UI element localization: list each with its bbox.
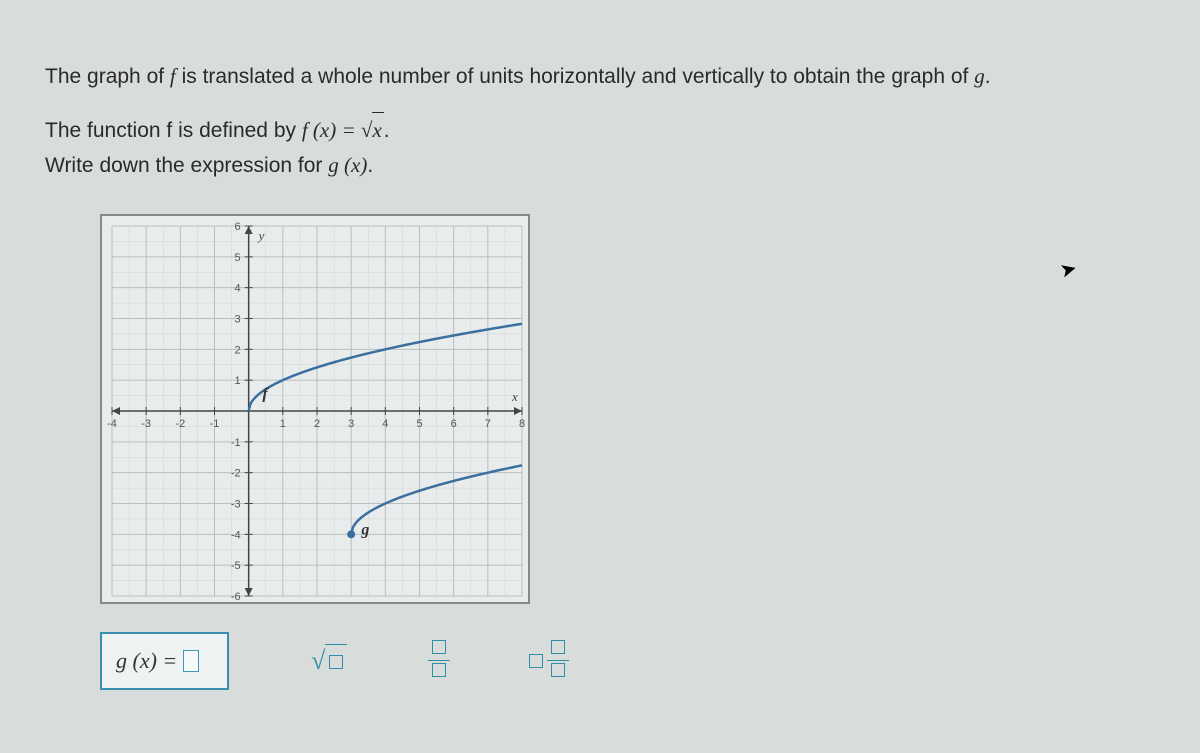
svg-text:2: 2	[235, 344, 241, 356]
answer-placeholder[interactable]	[183, 650, 199, 672]
graph-plot: -4-3-2-112345678-6-5-4-3-2-1123456xyfg	[100, 214, 530, 604]
text: is translated a whole number of units ho…	[176, 65, 974, 88]
svg-text:3: 3	[235, 313, 241, 325]
palette-fraction-button[interactable]	[409, 637, 469, 685]
svg-text:-4: -4	[231, 529, 241, 541]
text: .	[367, 154, 373, 177]
problem-line-1: The graph of f is translated a whole num…	[45, 60, 1155, 94]
text: The graph of	[45, 65, 170, 88]
svg-text:4: 4	[235, 283, 241, 295]
svg-text:x: x	[511, 389, 518, 404]
sqrt-expr: √x	[361, 112, 384, 149]
svg-text:2: 2	[314, 418, 320, 430]
svg-text:6: 6	[235, 221, 241, 233]
svg-text:-3: -3	[141, 418, 151, 430]
svg-text:-3: -3	[231, 498, 241, 510]
svg-text:4: 4	[382, 418, 388, 430]
var-g: g	[328, 153, 339, 177]
var-g: g	[974, 64, 985, 88]
svg-text:5: 5	[416, 418, 422, 430]
text: Write down the expression for	[45, 154, 328, 177]
text: The function	[45, 119, 166, 142]
svg-text:y: y	[257, 228, 265, 243]
svg-text:-5: -5	[231, 560, 241, 572]
answer-lhs: g (x) =	[116, 648, 177, 674]
svg-text:7: 7	[485, 418, 491, 430]
math-palette: √	[299, 637, 579, 685]
text: .	[985, 65, 991, 88]
paren-x: (x)	[339, 153, 368, 177]
svg-text:6: 6	[451, 418, 457, 430]
svg-text:-6: -6	[231, 591, 241, 603]
text: is defined by	[172, 119, 302, 142]
graph-svg: -4-3-2-112345678-6-5-4-3-2-1123456xyfg	[102, 216, 530, 604]
problem-line-3: Write down the expression for g (x).	[45, 148, 1155, 184]
svg-text:-4: -4	[107, 418, 117, 430]
svg-text:-1: -1	[210, 418, 220, 430]
palette-sqrt-button[interactable]: √	[299, 637, 359, 685]
svg-text:1: 1	[280, 418, 286, 430]
svg-text:5: 5	[235, 252, 241, 264]
answer-row: g (x) = √	[45, 632, 1155, 690]
problem-line-2: The function f is defined by f (x) = √x.	[45, 112, 1155, 149]
text: .	[384, 119, 390, 142]
fn-def: f (x) =	[302, 118, 361, 142]
svg-text:8: 8	[519, 418, 525, 430]
svg-text:g: g	[360, 521, 369, 538]
mouse-cursor-icon: ➤	[1057, 255, 1080, 283]
sqrt-arg: x	[372, 112, 383, 149]
svg-text:-1: -1	[231, 437, 241, 449]
svg-text:3: 3	[348, 418, 354, 430]
svg-text:1: 1	[235, 375, 241, 387]
answer-input-box[interactable]: g (x) =	[100, 632, 229, 690]
palette-mixed-number-button[interactable]	[519, 637, 579, 685]
svg-text:-2: -2	[231, 468, 241, 480]
svg-text:-2: -2	[175, 418, 185, 430]
